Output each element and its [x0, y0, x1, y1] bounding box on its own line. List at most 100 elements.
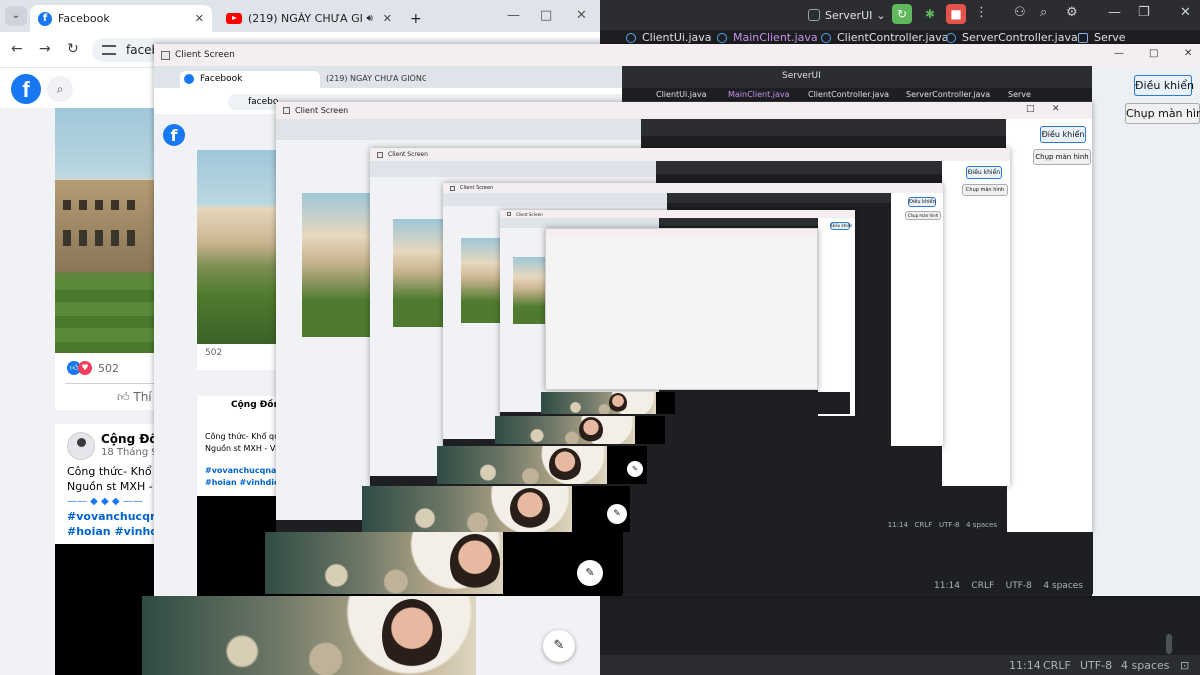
status-bar: 11:14 CRLF UTF-8 4 spaces ⊡: [600, 655, 1200, 675]
settings-icon[interactable]: ⚙: [1066, 5, 1078, 20]
control-button[interactable]: Điều khiển: [1040, 126, 1086, 143]
more-icon[interactable]: ⋮: [975, 5, 988, 20]
file-encoding[interactable]: UTF-8: [1080, 659, 1112, 672]
client-title-bar: [546, 229, 817, 237]
mirrored-ide-title: ServerUI: [622, 66, 1092, 88]
love-reaction-icon: ♥: [78, 361, 92, 375]
tab-servercontroller[interactable]: ServerController.java: [946, 31, 1078, 44]
capture-screen-button[interactable]: Chụp màn hình: [962, 184, 1008, 196]
compose-message-icon[interactable]: ✎: [543, 630, 575, 662]
audio-icon[interactable]: 🔊︎: [366, 13, 372, 24]
java-class-icon: [717, 32, 727, 43]
debug-icon[interactable]: ✱: [920, 4, 940, 24]
avatar[interactable]: [67, 432, 95, 460]
tab-clientui[interactable]: ClientUi.java: [626, 31, 712, 44]
run-config-selector[interactable]: ServerUI ⌄: [808, 6, 886, 24]
minimize-icon[interactable]: —: [1108, 5, 1121, 20]
close-icon[interactable]: ✕: [1184, 48, 1192, 59]
console-panel: [647, 446, 942, 484]
close-tab-icon[interactable]: ✕: [195, 12, 204, 25]
console-echo: 11:14 CRLF UTF-8 4 spaces: [630, 486, 1007, 532]
close-icon[interactable]: ✕: [1052, 104, 1060, 114]
like-button[interactable]: 👍︎ Thí: [117, 390, 152, 405]
presenter-image: [579, 417, 603, 443]
tab-label: Serve: [1094, 31, 1126, 44]
minimize-icon[interactable]: —: [507, 8, 520, 23]
tab-clientcontroller[interactable]: ClientController.java: [821, 31, 949, 44]
editor-scrollbar[interactable]: [1166, 634, 1172, 654]
line-separator: CRLF: [914, 521, 933, 529]
restore-icon[interactable]: ❐: [1138, 5, 1150, 20]
account-icon[interactable]: ⚇: [1014, 5, 1026, 20]
reaction-summary[interactable]: 👍︎ ♥ 502: [67, 361, 119, 375]
line-separator[interactable]: CRLF: [1043, 659, 1071, 672]
chevron-down-icon: ⌄: [876, 8, 886, 22]
file-encoding: UTF-8: [1005, 581, 1032, 591]
tab-search-icon[interactable]: ⌄: [5, 6, 27, 26]
tab-label: ServerController.java: [962, 31, 1078, 44]
status-echo: 11:14 CRLF UTF-8 4 spaces: [888, 521, 997, 529]
video-frame[interactable]: [142, 596, 476, 675]
tab-label: MainClient.java: [728, 90, 790, 99]
mirrored-tabstrip: Facebook (219) NGÀY CHƯA GIÔNG BÃO: [154, 66, 622, 88]
close-icon[interactable]: ✕: [1180, 5, 1191, 20]
run-config-label: ServerUI: [782, 71, 821, 81]
control-button[interactable]: Điều khiển: [830, 222, 852, 230]
control-button[interactable]: Điều khiển: [908, 197, 936, 207]
video-frame[interactable]: [495, 416, 665, 444]
client-screen-window: [545, 228, 818, 390]
tab-strip: ⌄ f Facebook ✕ (219) NGÀY CHƯA GIÔNG BÃO…: [0, 0, 600, 32]
maximize-icon[interactable]: □: [540, 8, 552, 23]
video-frame[interactable]: [541, 392, 675, 414]
client-title-bar: Client Screen: [276, 102, 1092, 119]
video-frame[interactable]: ✎: [437, 446, 647, 484]
caret-position[interactable]: 11:14: [1009, 659, 1041, 672]
post-text-line: Nguồn st MXH - Vi: [205, 444, 278, 453]
app-icon: [161, 50, 170, 60]
control-button[interactable]: Điều khiển: [966, 166, 1002, 179]
facebook-logo: f: [163, 124, 185, 146]
back-icon[interactable]: ←: [11, 41, 23, 57]
mirrored-tabstrip: [443, 193, 667, 206]
minimize-icon[interactable]: —: [1114, 48, 1124, 59]
tab-youtube[interactable]: (219) NGÀY CHƯA GIÔNG BÃO 🔊︎ ✕: [218, 5, 400, 32]
indent-setting: 4 spaces: [966, 521, 997, 529]
capture-screen-button[interactable]: Chụp màn hình: [1125, 103, 1200, 124]
maximize-icon[interactable]: □: [1149, 48, 1158, 59]
video-frame[interactable]: ✎: [362, 486, 630, 532]
tab-server[interactable]: Serve: [1078, 31, 1126, 44]
mirrored-ide-title: [656, 161, 942, 174]
compose-message-icon[interactable]: ✎: [607, 504, 627, 524]
search-icon[interactable]: ⌕: [47, 76, 73, 102]
lock-icon[interactable]: ⊡: [1180, 659, 1189, 672]
client-title-bar: Client Screen: [370, 148, 1010, 161]
search-icon[interactable]: ⌕: [1040, 5, 1047, 20]
status-echo: 11:14 CRLF UTF-8 4 spaces: [934, 581, 1083, 591]
hashtag-link: #hoian #vinhdien: [205, 478, 286, 487]
capture-screen-button[interactable]: Chụp màn hình: [905, 211, 941, 220]
capture-screen-button[interactable]: Chụp màn hình: [1033, 149, 1091, 165]
console-echo: [647, 446, 942, 484]
facebook-favicon-icon: [184, 74, 194, 84]
rerun-icon[interactable]: ↻: [892, 4, 912, 24]
app-icon: [283, 107, 290, 114]
control-button[interactable]: Điều khiển: [1134, 75, 1194, 96]
indent-setting[interactable]: 4 spaces: [1121, 659, 1170, 672]
video-frame[interactable]: ✎: [265, 532, 623, 594]
site-info-icon[interactable]: [102, 45, 116, 55]
reload-icon[interactable]: ↻: [67, 41, 79, 57]
tab-facebook[interactable]: f Facebook ✕: [30, 5, 212, 32]
like-label: Thí: [133, 390, 152, 404]
close-icon[interactable]: ✕: [576, 8, 587, 23]
maximize-icon[interactable]: □: [1026, 104, 1035, 114]
facebook-logo[interactable]: f: [11, 74, 41, 104]
new-tab-button[interactable]: +: [402, 5, 430, 32]
forward-icon[interactable]: →: [39, 41, 51, 57]
mirrored-ide-title: [641, 119, 1006, 136]
stop-icon[interactable]: ■: [946, 4, 966, 24]
compose-message-icon[interactable]: ✎: [627, 461, 643, 477]
compose-message-icon[interactable]: ✎: [577, 560, 603, 586]
close-tab-icon[interactable]: ✕: [383, 12, 392, 25]
tab-mainclient[interactable]: MainClient.java: [717, 31, 818, 44]
line-separator: CRLF: [971, 581, 995, 591]
